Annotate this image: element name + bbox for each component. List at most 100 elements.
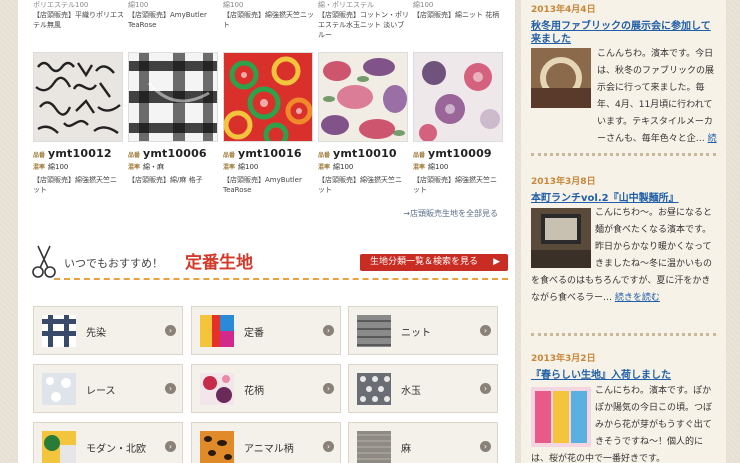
- post-excerpt: こんにちわ。濱本です。ぽかぽか陽気の今日この頃。つぼみから花が芽がもうすぐ出てき…: [531, 386, 713, 463]
- blog-post: 2013年3月2日 『春らしい生地』入荷しました こんにちわ。濱本です。ぽかぽか…: [531, 351, 721, 463]
- blog-post: 2013年3月8日 本町ランチvol.2『山中製麺所』 こんにちわ～。お昼になる…: [531, 174, 721, 303]
- category-label: 花柄: [244, 386, 264, 397]
- category-item[interactable]: モダン・北欧 ›: [33, 422, 183, 463]
- category-thumbnail: [42, 315, 76, 347]
- product-code[interactable]: ymt10006: [143, 147, 207, 160]
- read-more-link[interactable]: 続きを読む: [615, 293, 660, 303]
- product-caption[interactable]: 綿100 【店頭販売】AmyButler TeaRose: [128, 0, 220, 30]
- category-thumbnail: [200, 373, 234, 405]
- category-thumbnail: [200, 315, 234, 347]
- category-label: 麻: [401, 444, 411, 455]
- post-thumbnail[interactable]: [531, 48, 591, 108]
- dotted-divider: [531, 333, 716, 336]
- code-label: 品番: [413, 152, 426, 159]
- product-card[interactable]: 品番 ymt10010 混率 綿100 【店頭販売】綿強撚天竺ニット: [318, 52, 408, 195]
- category-item[interactable]: 先染 ›: [33, 306, 183, 355]
- fabric-image[interactable]: [413, 52, 503, 142]
- category-thumbnail: [42, 373, 76, 405]
- post-excerpt: こんにちわ～。お昼になると麺が食べたくなる濱本です。昨日からかなり暖かくなってき…: [531, 208, 713, 303]
- post-title[interactable]: 秋冬用ファブリックの展示会に参加して来ました: [531, 20, 716, 46]
- category-item[interactable]: レース ›: [33, 364, 183, 413]
- chevron-right-icon: ›: [323, 325, 334, 336]
- product-description[interactable]: 【店頭販売】綿強撚天竺ニット: [413, 175, 503, 195]
- material-label: 混率: [33, 164, 46, 171]
- product-card[interactable]: 品番 ymt10016 混率 綿100 【店頭販売】AmyButler TeaRos…: [223, 52, 313, 195]
- section-header: いつでもおすすめ！ 定番生地 生地分類一覧＆検索を見る ▶: [30, 242, 508, 286]
- code-label: 品番: [318, 152, 331, 159]
- arrow-right-icon: ▶: [493, 257, 500, 267]
- material-label: 混率: [223, 164, 236, 171]
- product-row-top: ポリエステル100 【店頭販売】平織りポリエステル無風 綿100 【店頭販売】Amy…: [18, 0, 515, 40]
- category-label: 定番: [244, 328, 264, 339]
- product-card[interactable]: 品番 ymt10006 混率 綿・麻 【店頭販売】綿/麻 格子: [128, 52, 218, 185]
- section-subtitle: いつでもおすすめ！: [64, 257, 163, 270]
- product-card[interactable]: 品番 ymt10012 混率 綿100 【店頭販売】綿強撚天竺ニット: [33, 52, 123, 195]
- category-thumbnail: [200, 431, 234, 463]
- chevron-right-icon: ›: [480, 325, 491, 336]
- dotted-divider: [531, 153, 716, 156]
- chevron-right-icon: ›: [165, 383, 176, 394]
- category-label: モダン・北欧: [86, 444, 146, 455]
- product-caption[interactable]: 綿・ポリエステル 【店頭販売】コットン・ポリエステル水玉ニット 淡いブルー: [318, 0, 410, 40]
- product-description[interactable]: 【店頭販売】AmyButler TeaRose: [223, 175, 313, 195]
- category-thumbnail: [357, 315, 391, 347]
- material-label: 混率: [128, 164, 141, 171]
- code-label: 品番: [223, 152, 236, 159]
- sidebar: 2013年4月4日 秋冬用ファブリックの展示会に参加して来ました こんんちわ。濱…: [521, 0, 726, 463]
- chevron-right-icon: ›: [165, 325, 176, 336]
- see-all-link[interactable]: →店頭販売生地を全部見る: [403, 208, 498, 219]
- category-label: レース: [86, 386, 116, 397]
- blog-post: 2013年4月4日 秋冬用ファブリックの展示会に参加して来ました こんんちわ。濱…: [531, 2, 721, 144]
- category-label: 先染: [86, 328, 106, 339]
- category-item[interactable]: アニマル柄 ›: [191, 422, 341, 463]
- post-title[interactable]: 『春らしい生地』入荷しました: [531, 369, 721, 382]
- material-value: 綿100: [428, 163, 449, 171]
- product-description[interactable]: 【店頭販売】綿強撚天竺ニット: [33, 175, 123, 195]
- chevron-right-icon: ›: [323, 383, 334, 394]
- category-search-button[interactable]: 生地分類一覧＆検索を見る ▶: [360, 254, 508, 271]
- product-code[interactable]: ymt10012: [48, 147, 112, 160]
- material-label: 混率: [413, 164, 426, 171]
- post-excerpt: こんんちわ。濱本です。今日は、秋冬のファブリックの展示会に行って来ました。毎年、…: [597, 46, 717, 148]
- fabric-image[interactable]: [318, 52, 408, 142]
- product-card[interactable]: 品番 ymt10009 混率 綿100 【店頭販売】綿強撚天竺ニット: [413, 52, 503, 195]
- post-date: 2013年3月2日: [531, 354, 596, 364]
- category-thumbnail: [42, 431, 76, 463]
- fabric-image[interactable]: [128, 52, 218, 142]
- section-title: 定番生地: [185, 253, 253, 273]
- fabric-image[interactable]: [223, 52, 313, 142]
- product-caption[interactable]: 綿100 【店頭販売】綿ニット 花柄: [413, 0, 505, 20]
- main-content: ポリエステル100 【店頭販売】平織りポリエステル無風 綿100 【店頭販売】Amy…: [18, 0, 515, 463]
- category-item[interactable]: 定番 ›: [191, 306, 341, 355]
- chevron-right-icon: ›: [480, 441, 491, 452]
- product-caption[interactable]: ポリエステル100 【店頭販売】平織りポリエステル無風: [33, 0, 125, 30]
- chevron-right-icon: ›: [480, 383, 491, 394]
- category-item[interactable]: ニット ›: [348, 306, 498, 355]
- post-date: 2013年3月8日: [531, 177, 596, 187]
- material-label: 混率: [318, 164, 331, 171]
- product-description[interactable]: 【店頭販売】綿/麻 格子: [128, 175, 218, 185]
- category-thumbnail: [357, 373, 391, 405]
- chevron-right-icon: ›: [165, 441, 176, 452]
- product-code[interactable]: ymt10009: [428, 147, 492, 160]
- post-title[interactable]: 本町ランチvol.2『山中製麺所』: [531, 192, 721, 205]
- dashed-divider: [54, 278, 508, 280]
- category-label: ニット: [401, 328, 431, 339]
- product-code[interactable]: ymt10010: [333, 147, 397, 160]
- material-value: 綿・麻: [143, 163, 165, 171]
- post-date: 2013年4月4日: [531, 5, 596, 15]
- category-item[interactable]: 水玉 ›: [348, 364, 498, 413]
- product-description[interactable]: 【店頭販売】綿強撚天竺ニット: [318, 175, 408, 195]
- chevron-right-icon: ›: [323, 441, 334, 452]
- scissors-icon: [32, 245, 56, 278]
- product-code[interactable]: ymt10016: [238, 147, 302, 160]
- material-value: 綿100: [48, 163, 69, 171]
- product-caption[interactable]: 綿100 【店頭販売】綿強撚天竺ニット: [223, 0, 315, 30]
- category-item[interactable]: 麻 ›: [348, 422, 498, 463]
- category-item[interactable]: 花柄 ›: [191, 364, 341, 413]
- fabric-image[interactable]: [33, 52, 123, 142]
- category-thumbnail: [357, 431, 391, 463]
- code-label: 品番: [33, 152, 46, 159]
- material-value: 綿100: [238, 163, 259, 171]
- category-label: アニマル柄: [244, 444, 294, 455]
